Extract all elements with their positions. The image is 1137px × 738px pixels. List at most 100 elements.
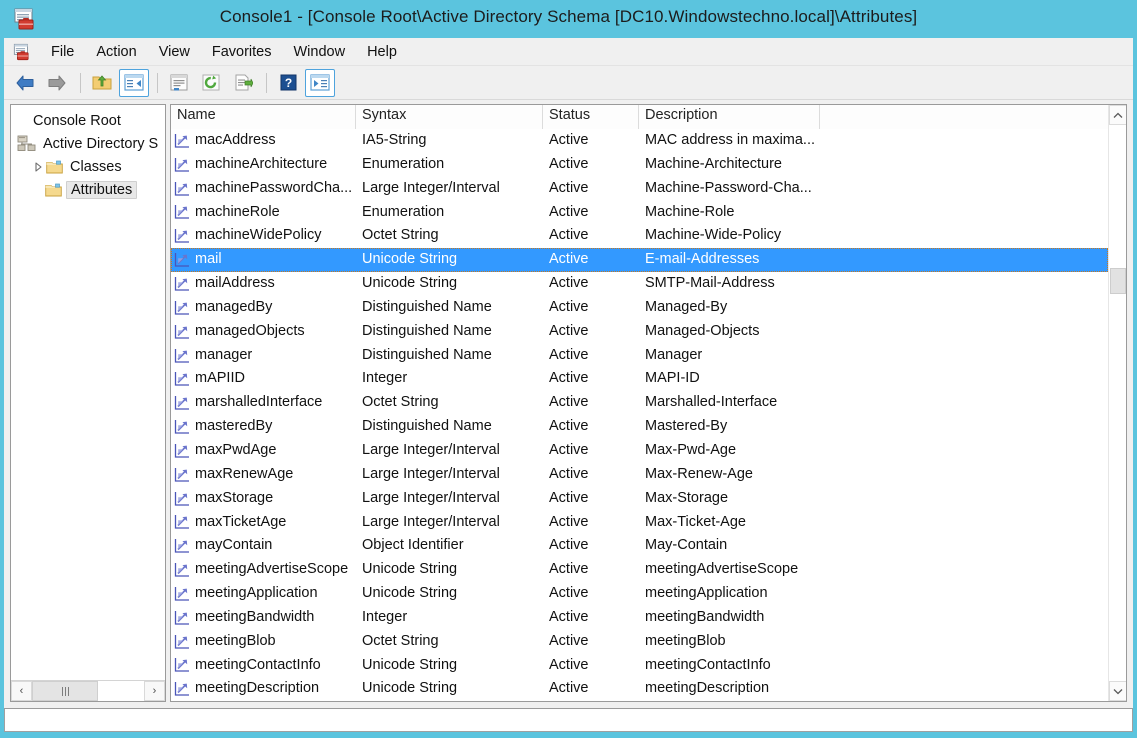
table-row[interactable]: manager Distinguished Name Active Manager xyxy=(171,344,1108,368)
attribute-icon xyxy=(174,252,191,268)
show-hide-action-pane-icon[interactable] xyxy=(305,68,335,97)
table-row[interactable]: meetingDescription Unicode String Active me… xyxy=(171,677,1108,701)
table-row[interactable]: mail Unicode String Active E-mail-Addresses xyxy=(171,248,1108,273)
attribute-icon xyxy=(174,157,191,173)
console-tree: Console Root Active Directory S Classes … xyxy=(11,105,165,679)
toolbar-separator xyxy=(266,72,267,93)
cell-syntax: Large Integer/Interval xyxy=(362,179,500,196)
list-vertical-scrollbar[interactable] xyxy=(1108,105,1126,701)
table-row[interactable]: mAPIID Integer Active MAPI-ID xyxy=(171,367,1108,391)
scroll-up-arrow-icon[interactable] xyxy=(1109,105,1126,125)
cell-status: Active xyxy=(549,275,589,292)
table-row[interactable]: mayContain Object Identifier Active May-Con… xyxy=(171,534,1108,558)
column-header-syntax[interactable]: Syntax xyxy=(356,105,543,129)
refresh-icon[interactable] xyxy=(196,69,226,97)
cell-description: meetingDescription xyxy=(645,680,770,697)
attribute-icon xyxy=(174,443,191,459)
table-row[interactable]: machineArchitecture Enumeration Active Mach… xyxy=(171,153,1108,177)
up-folder-icon[interactable] xyxy=(87,69,117,97)
table-row[interactable]: machineWidePolicy Octet String Active Machi… xyxy=(171,224,1108,248)
cell-syntax: IA5-String xyxy=(362,132,427,148)
cell-name: maxTicketAge xyxy=(171,511,356,535)
properties-icon[interactable] xyxy=(164,69,194,97)
menu-window[interactable]: Window xyxy=(283,41,357,63)
menu-help[interactable]: Help xyxy=(356,41,408,63)
help-icon[interactable]: ? xyxy=(273,69,303,97)
tree-item-classes[interactable]: Classes xyxy=(15,155,165,178)
window-title: Console1 - [Console Root\Active Director… xyxy=(219,7,918,26)
attribute-icon xyxy=(174,419,191,435)
attribute-icon xyxy=(174,276,191,292)
grip-icon xyxy=(61,686,69,696)
cell-status: Active xyxy=(549,656,589,673)
table-row[interactable]: mailAddress Unicode String Active SMTP-Mail… xyxy=(171,272,1108,296)
cell-description: Managed-Objects xyxy=(645,322,760,339)
tree-item-label: Console Root xyxy=(33,112,121,129)
column-header-name[interactable]: Name xyxy=(171,105,356,129)
cell-description: Machine-Role xyxy=(645,203,735,220)
table-row[interactable]: meetingContactInfo Unicode String Active me… xyxy=(171,654,1108,678)
table-row[interactable]: meetingApplication Unicode String Active me… xyxy=(171,582,1108,606)
h-scroll-track[interactable] xyxy=(32,681,144,701)
table-row[interactable]: maxTicketAge Large Integer/Interval Active… xyxy=(171,511,1108,535)
cell-name: managedObjects xyxy=(171,320,356,344)
tree-item-attributes[interactable]: Attributes xyxy=(15,178,165,201)
cell-description: Max-Storage xyxy=(645,489,729,506)
cell-status: Active xyxy=(549,298,589,315)
v-scroll-thumb[interactable] xyxy=(1110,268,1126,294)
attribute-icon xyxy=(174,681,191,697)
tree-horizontal-scrollbar[interactable]: ‹ › xyxy=(11,680,165,701)
table-row[interactable]: managedObjects Distinguished Name Active Ma… xyxy=(171,320,1108,344)
back-arrow-icon[interactable] xyxy=(10,69,40,97)
status-bar xyxy=(4,708,1133,732)
cell-syntax: Enumeration xyxy=(362,155,445,172)
cell-syntax: Object Identifier xyxy=(362,537,464,554)
table-row[interactable]: macAddress IA5-String Active MAC address in… xyxy=(171,129,1108,153)
table-row[interactable]: meetingBlob Octet String Active meetingBlob xyxy=(171,630,1108,654)
cell-syntax: Unicode String xyxy=(362,561,458,578)
cell-description: meetingBlob xyxy=(645,632,726,649)
tree-item-label: Attributes xyxy=(66,180,138,199)
cell-status: Active xyxy=(549,465,589,482)
toolbar-separator xyxy=(80,72,81,93)
tree-item-console-root[interactable]: Console Root xyxy=(15,109,165,132)
cell-name: managedBy xyxy=(171,296,356,320)
cell-syntax: Distinguished Name xyxy=(362,418,492,435)
menu-file[interactable]: File xyxy=(40,41,85,63)
attribute-name-label: machineRole xyxy=(195,203,280,220)
show-hide-console-tree-icon[interactable] xyxy=(119,68,149,97)
menu-action[interactable]: Action xyxy=(85,41,147,63)
table-row[interactable]: meetingAdvertiseScope Unicode String Activ… xyxy=(171,558,1108,582)
cell-syntax: Distinguished Name xyxy=(362,346,492,363)
console-tree-panel: Console Root Active Directory S Classes … xyxy=(10,104,166,702)
tree-item-active-directory-schema[interactable]: Active Directory S xyxy=(15,132,165,155)
menu-view[interactable]: View xyxy=(148,41,201,63)
table-row[interactable]: masteredBy Distinguished Name Active Master… xyxy=(171,415,1108,439)
table-row[interactable]: maxStorage Large Integer/Interval Active Ma… xyxy=(171,487,1108,511)
chevron-right-icon[interactable] xyxy=(31,160,45,174)
table-row[interactable]: maxPwdAge Large Integer/Interval Active Max… xyxy=(171,439,1108,463)
table-row[interactable]: meetingBandwidth Integer Active meetingBand… xyxy=(171,606,1108,630)
table-row[interactable]: machineRole Enumeration Active Machine-Role xyxy=(171,201,1108,225)
scroll-right-arrow-icon[interactable]: › xyxy=(144,681,165,701)
svg-text:?: ? xyxy=(284,76,291,90)
table-row[interactable]: machinePasswordCha... Large Integer/Inter… xyxy=(171,177,1108,201)
scroll-down-arrow-icon[interactable] xyxy=(1109,681,1126,701)
scroll-left-arrow-icon[interactable]: ‹ xyxy=(11,681,32,701)
column-header-status[interactable]: Status xyxy=(543,105,639,129)
h-scroll-thumb[interactable] xyxy=(32,681,98,701)
column-header-extra[interactable] xyxy=(820,105,1110,129)
attribute-name-label: maxRenewAge xyxy=(195,465,294,482)
column-header-description[interactable]: Description xyxy=(639,105,820,129)
cell-status: Active xyxy=(549,370,589,387)
menu-favorites[interactable]: Favorites xyxy=(201,41,283,63)
table-row[interactable]: managedBy Distinguished Name Active Managed… xyxy=(171,296,1108,320)
cell-name: masteredBy xyxy=(171,415,356,439)
attribute-icon xyxy=(174,181,191,197)
table-row[interactable]: marshalledInterface Octet String Active Mar… xyxy=(171,391,1108,415)
title-bar: Console1 - [Console Root\Active Director… xyxy=(0,0,1137,38)
cell-status: Active xyxy=(549,132,589,148)
export-list-icon[interactable] xyxy=(228,69,258,97)
forward-arrow-icon[interactable] xyxy=(42,69,72,97)
table-row[interactable]: maxRenewAge Large Integer/Interval Active M… xyxy=(171,463,1108,487)
